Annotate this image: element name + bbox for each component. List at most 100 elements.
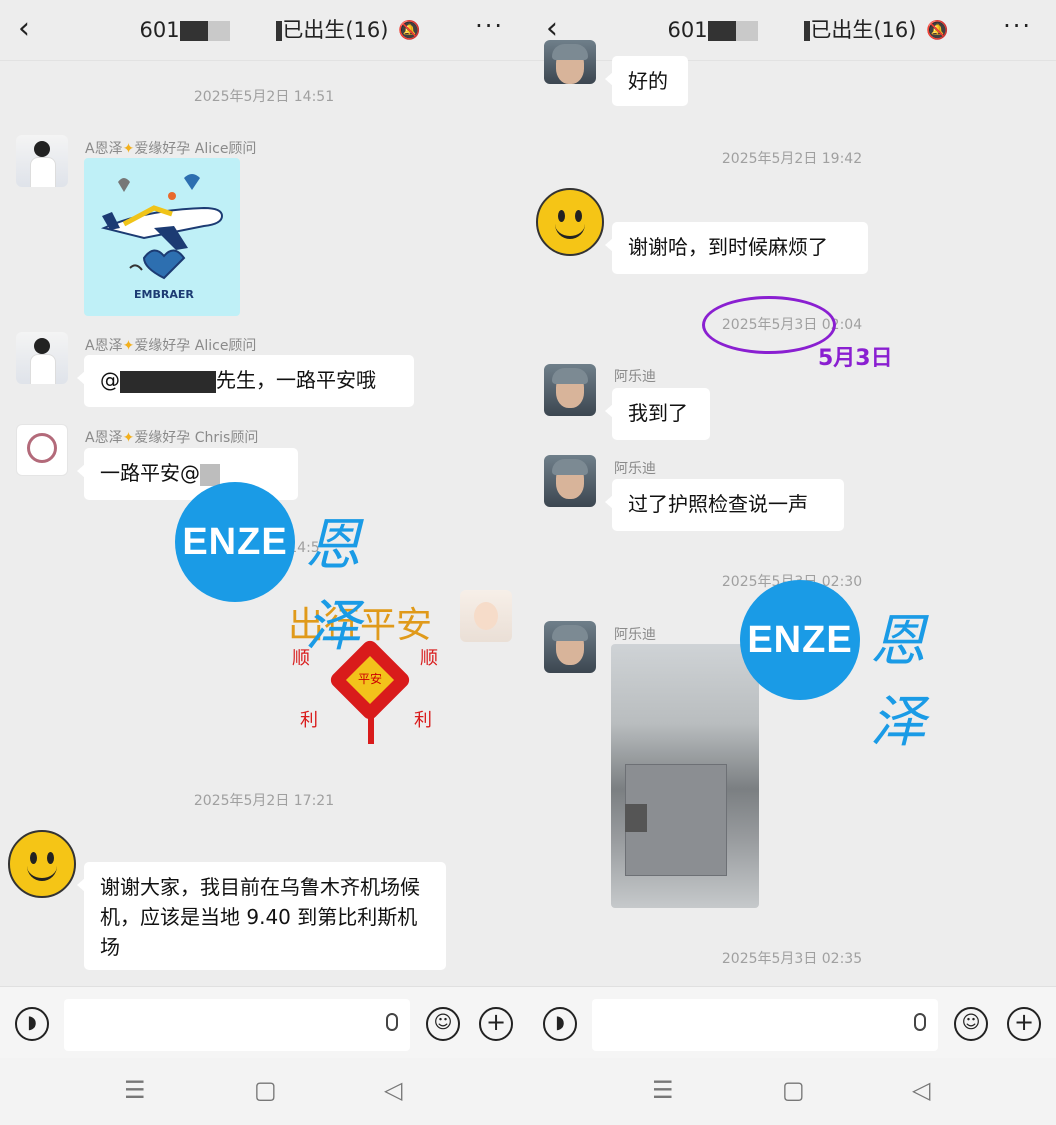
- star-icon: ✦: [122, 141, 135, 157]
- message-bubble[interactable]: 我到了: [605, 388, 710, 440]
- message-bubble[interactable]: 好的: [605, 56, 688, 106]
- sender-name: A恩泽✦爱缘好孕 Alice顾问: [85, 138, 256, 158]
- sticker-char: 利: [414, 710, 432, 731]
- home-icon[interactable]: ▢: [782, 1076, 805, 1104]
- message-bubble[interactable]: 过了护照检查说一声: [605, 479, 844, 531]
- mouth: [27, 862, 57, 881]
- photo-message[interactable]: [611, 644, 759, 908]
- mic-icon[interactable]: [386, 1013, 398, 1031]
- chat-panel-left: ‹ 601 已出生(16) 🔕 ··· 2025年5月2日 14:51 A恩泽✦…: [0, 0, 528, 1125]
- menu-icon[interactable]: ☰: [124, 1076, 146, 1104]
- input-bar: ◗ ☺ +: [528, 986, 1056, 1059]
- avatar[interactable]: [544, 40, 596, 84]
- avatar[interactable]: [16, 135, 68, 187]
- message-text: 好的: [628, 69, 668, 93]
- avatar[interactable]: [544, 621, 596, 673]
- sender-name: 阿乐迪: [614, 369, 656, 385]
- avatar[interactable]: [460, 590, 512, 642]
- title-suffix: 已出生(16): [810, 18, 917, 42]
- smiley-avatar[interactable]: [8, 830, 76, 898]
- bell-off-icon: 🔕: [926, 20, 949, 41]
- sender-name: A恩泽✦爱缘好孕 Alice顾问: [85, 335, 256, 355]
- chat-title: 601 已出生(16): [528, 14, 1056, 44]
- timestamp: 2025年5月3日 02:35: [721, 951, 863, 967]
- redacted-block: [120, 370, 216, 393]
- watermark-logo: ENZE: [740, 580, 860, 700]
- message-text: 谢谢哈，到时候麻烦了: [628, 235, 828, 259]
- timestamp: 2025年5月2日 14:51: [193, 89, 335, 105]
- message-bubble[interactable]: @ 先生，一路平安哦: [77, 355, 414, 407]
- system-nav-bar: ☰ ▢ ◁: [528, 1058, 1056, 1125]
- redacted-block: [735, 21, 758, 41]
- message-bubble[interactable]: 谢谢哈，到时候麻烦了: [605, 222, 868, 274]
- brand-label: EMBRAER: [134, 288, 194, 301]
- mouth: [555, 220, 585, 239]
- sticker-char: 利: [300, 710, 318, 731]
- knot-tassel: [368, 716, 374, 744]
- message-text: 谢谢大家，我目前在乌鲁木齐机场候机，应该是当地 9.40 到第比利斯机场: [100, 875, 420, 959]
- avatar[interactable]: [544, 455, 596, 507]
- mic-icon[interactable]: [914, 1013, 926, 1031]
- sender-name: 阿乐迪: [614, 461, 656, 477]
- message-text: 过了护照检查说一声: [628, 492, 808, 516]
- sticker-char: 顺: [420, 648, 438, 669]
- sender-name: A恩泽✦爱缘好孕 Chris顾问: [85, 427, 258, 447]
- sender-name-part: A恩泽: [85, 141, 123, 157]
- top-bar: ‹ 601 已出生(16) 🔕 ···: [528, 0, 1056, 61]
- avatar[interactable]: [16, 332, 68, 384]
- title-prefix: 601: [139, 18, 180, 42]
- redacted-block: [625, 804, 647, 832]
- sender-name-part: 爱缘好孕 Chris顾问: [134, 430, 259, 446]
- redacted-block: [200, 463, 220, 486]
- sender-name-part: 爱缘好孕 Alice顾问: [134, 141, 257, 157]
- title-prefix: 601: [667, 18, 708, 42]
- chat-panel-right: ‹ 601 已出生(16) 🔕 ··· 好的 2025年5月2日 19:42 谢…: [528, 0, 1056, 1125]
- redacted-block: [179, 21, 208, 41]
- watermark-text: 恩泽: [870, 609, 926, 755]
- home-icon[interactable]: ▢: [254, 1076, 277, 1104]
- emoji-icon[interactable]: ☺: [954, 1007, 988, 1041]
- message-text: 我到了: [628, 401, 688, 425]
- plus-icon[interactable]: +: [1007, 1007, 1041, 1041]
- plus-icon[interactable]: +: [479, 1007, 513, 1041]
- timestamp: 2025年5月2日 17:21: [193, 793, 335, 809]
- knot-label: 平安: [357, 672, 382, 686]
- back-nav-icon[interactable]: ◁: [912, 1076, 930, 1104]
- sender-name: 阿乐迪: [614, 627, 656, 643]
- title-suffix: 已出生(16): [282, 18, 389, 42]
- logo-icon: [27, 433, 57, 463]
- more-button[interactable]: ···: [475, 12, 504, 40]
- top-bar: ‹ 601 已出生(16) 🔕 ···: [0, 0, 528, 61]
- watermark-logo: ENZE: [175, 482, 295, 602]
- message-text: 先生，一路平安哦: [216, 368, 376, 392]
- smiley-avatar[interactable]: [536, 188, 604, 256]
- voice-icon[interactable]: ◗: [15, 1007, 49, 1041]
- star-icon: ✦: [122, 430, 135, 446]
- redacted-block: [707, 21, 736, 41]
- message-bubble[interactable]: 谢谢大家，我目前在乌鲁木齐机场候机，应该是当地 9.40 到第比利斯机场: [77, 862, 446, 970]
- message-text: 一路平安@: [100, 461, 200, 485]
- highlight-circle: [702, 296, 836, 354]
- voice-icon[interactable]: ◗: [543, 1007, 577, 1041]
- avatar[interactable]: [16, 424, 68, 476]
- timestamp: 2025年5月2日 19:42: [721, 151, 863, 167]
- message-input[interactable]: [592, 999, 938, 1051]
- message-input[interactable]: [64, 999, 410, 1051]
- bell-off-icon: 🔕: [398, 20, 421, 41]
- back-nav-icon[interactable]: ◁: [384, 1076, 402, 1104]
- watermark-text: 恩泽: [305, 513, 361, 659]
- sender-name-part: 爱缘好孕 Alice顾问: [134, 338, 257, 354]
- avatar[interactable]: [544, 364, 596, 416]
- sender-name-part: A恩泽: [85, 430, 123, 446]
- date-annotation: 5月3日: [818, 346, 893, 371]
- plane-sticker[interactable]: EMBRAER: [84, 158, 240, 316]
- sender-name-part: A恩泽: [85, 338, 123, 354]
- more-button[interactable]: ···: [1003, 12, 1032, 40]
- star-icon: ✦: [122, 338, 135, 354]
- chat-title: 601 已出生(16): [0, 14, 528, 44]
- redacted-block: [207, 21, 230, 41]
- menu-icon[interactable]: ☰: [652, 1076, 674, 1104]
- mention-at: @: [100, 368, 120, 392]
- input-bar: ◗ ☺ +: [0, 986, 528, 1059]
- emoji-icon[interactable]: ☺: [426, 1007, 460, 1041]
